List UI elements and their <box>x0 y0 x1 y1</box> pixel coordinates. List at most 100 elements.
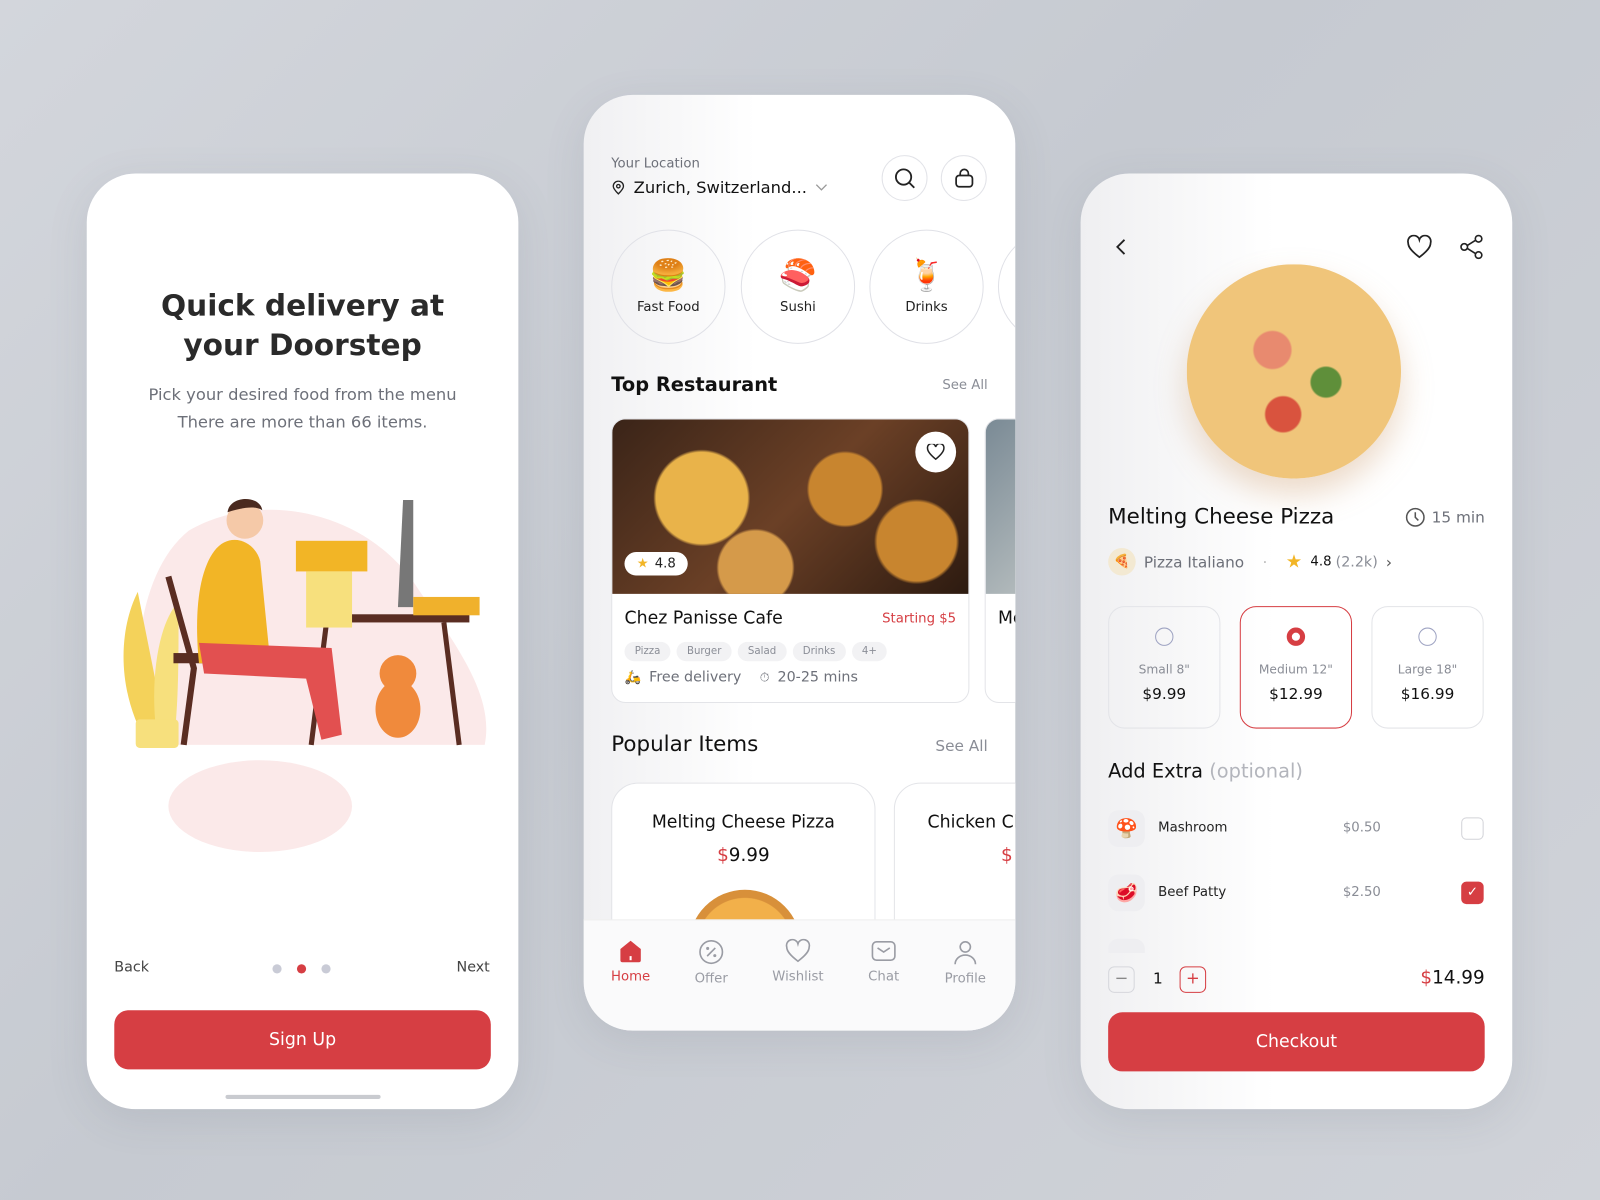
title-line: your Doorstep <box>183 327 422 363</box>
delivery-time: 20-25 mins <box>777 669 858 686</box>
size-price: $16.99 <box>1400 684 1455 704</box>
restaurant-image <box>985 419 1016 594</box>
size-option-large[interactable]: Large 18" $16.99 <box>1371 606 1484 729</box>
onboarding-title: Quick delivery at your Doorstep <box>87 286 519 366</box>
timer-icon: ⏱ <box>759 669 770 685</box>
quantity-increase-button[interactable]: + <box>1179 966 1207 993</box>
restaurant-card-next[interactable]: Mc <box>984 418 1016 704</box>
bike-icon: 🛵 <box>624 669 642 686</box>
restaurant-name: Pizza Italiano <box>1143 552 1245 571</box>
search-button[interactable] <box>881 155 928 202</box>
radio-button[interactable] <box>1418 627 1437 646</box>
delivery-text: Free delivery <box>649 669 742 686</box>
page-indicator <box>272 964 333 974</box>
radio-button[interactable] <box>1155 627 1174 646</box>
star-icon: ★ <box>636 556 649 572</box>
quantity-decrease-button[interactable]: − <box>1108 966 1135 993</box>
category-label: Sushi <box>780 299 816 315</box>
see-all-restaurants[interactable]: See All <box>942 378 987 393</box>
profile-icon <box>954 941 977 965</box>
burger-icon: 🍔 <box>649 257 688 294</box>
back-button[interactable]: Back <box>114 959 149 975</box>
page-dot[interactable] <box>272 964 282 974</box>
category-fast-food[interactable]: 🍔 Fast Food <box>611 229 726 344</box>
mushroom-icon: 🍄 <box>1108 810 1145 847</box>
nav-label: Home <box>611 969 651 985</box>
restaurant-row[interactable]: 🍕 Pizza Italiano · ★ 4.8 (2.2k) › <box>1108 547 1392 576</box>
onboarding-subtitle: Pick your desired food from the menu The… <box>87 381 519 436</box>
size-option-medium[interactable]: Medium 12" $12.99 <box>1239 606 1353 729</box>
extra-item-partial[interactable] <box>1108 937 1484 954</box>
extra-name: Mashroom <box>1158 820 1228 836</box>
nav-home[interactable]: Home <box>595 939 666 985</box>
checkbox-checked[interactable]: ✓ <box>1461 881 1484 905</box>
heart-icon <box>785 938 811 963</box>
popular-items-title: Popular Items <box>611 731 759 757</box>
pizza-image <box>1186 264 1402 479</box>
size-label: Small 8" <box>1138 662 1190 677</box>
location-selector[interactable]: Zurich, Switzerland... <box>611 178 827 197</box>
subtitle-line: Pick your desired food from the menu <box>148 384 457 405</box>
nav-profile[interactable]: Profile <box>930 939 1001 987</box>
category-drinks[interactable]: 🍹 Drinks <box>869 229 984 344</box>
page-dot-active[interactable] <box>296 964 307 974</box>
bottom-nav: Home Offer Wishlist Chat Profile <box>583 919 1016 1031</box>
home-indicator <box>225 1094 381 1099</box>
size-label: Large 18" <box>1397 662 1458 677</box>
product-detail-screen: Melting Cheese Pizza 15 min 🍕 Pizza Ital… <box>1080 173 1513 1110</box>
home-icon <box>620 940 641 963</box>
time-value: 15 min <box>1431 508 1485 527</box>
sign-up-button[interactable]: Sign Up <box>114 1010 491 1070</box>
radio-button-selected[interactable] <box>1286 627 1306 646</box>
category-label: Drinks <box>905 299 948 315</box>
checkbox[interactable] <box>1461 817 1484 840</box>
nav-label: Offer <box>694 971 728 987</box>
total-price: $14.99 <box>1420 967 1484 988</box>
page-dot[interactable] <box>321 964 331 974</box>
chevron-down-icon <box>815 183 827 191</box>
clock-icon <box>1405 507 1425 527</box>
restaurant-name: Chez Panisse Cafe <box>624 608 783 629</box>
heart-icon <box>926 443 945 461</box>
beef-icon: 🥩 <box>1108 874 1145 912</box>
size-option-small[interactable]: Small 8" $9.99 <box>1108 606 1221 729</box>
size-price: $9.99 <box>1142 684 1187 704</box>
chat-icon <box>871 941 896 962</box>
currency: $ <box>717 844 729 867</box>
review-count: (2.2k) <box>1335 553 1378 570</box>
nav-chat[interactable]: Chat <box>848 939 919 985</box>
tag: Pizza <box>624 641 671 662</box>
star-icon: ★ <box>1285 551 1303 573</box>
onboarding-screen: Quick delivery at your Doorstep Pick you… <box>86 173 519 1110</box>
back-arrow-icon[interactable] <box>1113 237 1129 257</box>
currency: $ <box>1001 844 1013 867</box>
location-pin-icon <box>612 180 625 195</box>
share-icon[interactable] <box>1458 234 1485 261</box>
tag: Burger <box>676 641 732 662</box>
next-button[interactable]: Next <box>457 959 490 975</box>
rating-badge: ★ 4.8 <box>624 552 689 576</box>
total-value: 14.99 <box>1432 967 1485 989</box>
rating-value: 4.8 <box>1310 554 1332 570</box>
optional-label: (optional) <box>1209 760 1303 783</box>
product-title: Melting Cheese Pizza <box>1108 504 1335 529</box>
location-label: Your Location <box>611 156 700 172</box>
nav-offer[interactable]: Offer <box>676 939 747 987</box>
checkout-button[interactable]: Checkout <box>1108 1012 1485 1072</box>
extra-item-beef-patty[interactable]: 🥩 Beef Patty $2.50 ✓ <box>1108 872 1484 913</box>
nav-wishlist[interactable]: Wishlist <box>762 938 833 985</box>
extra-title: Add Extra <box>1108 760 1204 783</box>
currency: $ <box>1420 967 1433 989</box>
extra-item-mushroom[interactable]: 🍄 Mashroom $0.50 <box>1108 808 1484 849</box>
item-name: Melting Cheese Pizza <box>651 812 835 833</box>
restaurant-card[interactable]: ★ 4.8 Chez Panisse Cafe Starting $5 Pizza… <box>611 418 970 704</box>
cart-button[interactable] <box>940 155 987 202</box>
see-all-popular[interactable]: See All <box>935 737 987 755</box>
favorite-button[interactable] <box>915 431 957 473</box>
category-more[interactable] <box>997 229 1016 344</box>
heart-icon[interactable] <box>1406 234 1433 259</box>
category-sushi[interactable]: 🍣 Sushi <box>740 229 856 344</box>
delivery-illustration <box>123 498 487 853</box>
subtitle-line: There are more than 66 items. <box>177 412 428 432</box>
size-label: Medium 12" <box>1258 662 1333 677</box>
